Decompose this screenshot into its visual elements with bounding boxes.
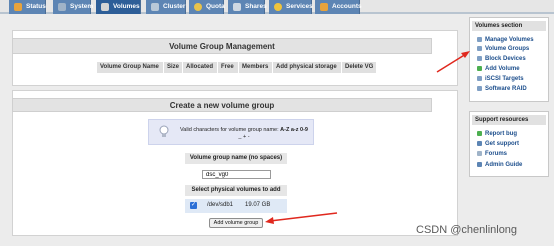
annotation-arrow-add-volume-group bbox=[265, 212, 338, 224]
annotation-arrows bbox=[265, 51, 470, 224]
watermark: CSDN @chenlinlong bbox=[416, 224, 518, 236]
annotation-arrow-volume-groups bbox=[436, 51, 470, 73]
